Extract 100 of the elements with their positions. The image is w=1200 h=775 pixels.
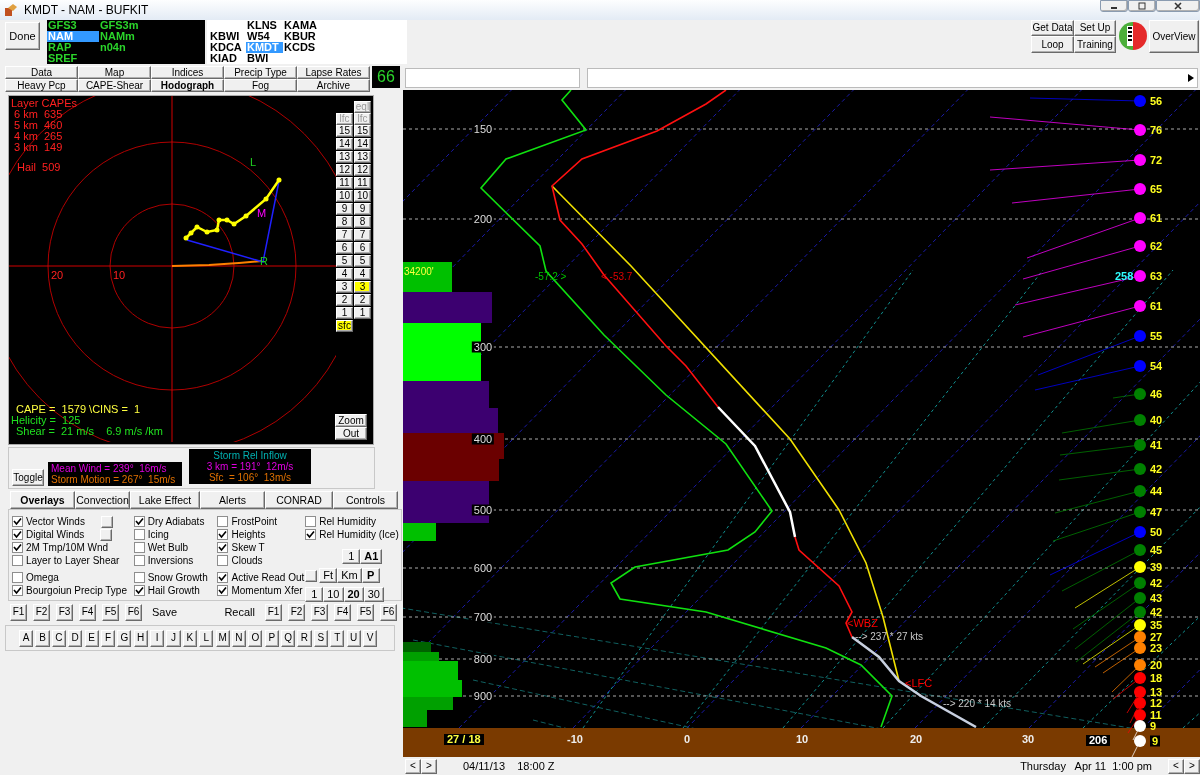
toolbar-button[interactable]: Get Data [1031,20,1074,36]
letter-button[interactable]: I [150,629,165,647]
model-item[interactable]: SREF [47,53,99,64]
model-item[interactable]: n04n [99,42,199,53]
model-item[interactable]: RAP [47,42,99,53]
view-tab[interactable]: Hodograph [151,79,224,92]
height-button[interactable]: 14 [354,138,371,150]
letter-button[interactable]: S [313,629,328,647]
panel-tab[interactable]: Lake Effect [130,491,200,509]
letter-button[interactable]: Q [281,629,296,647]
save-key-button[interactable]: F5 [102,603,119,621]
height-button[interactable]: 10 [354,190,371,202]
height-button[interactable]: 13 [336,151,353,163]
view-tab[interactable]: CAPE-Shear [78,79,151,92]
panel-tab[interactable]: Alerts [200,491,265,509]
overlay-checkbox[interactable]: Rel Humidity (Ice) [305,528,399,541]
height-button[interactable]: 10 [336,190,353,202]
letter-button[interactable]: F [100,629,116,647]
overlay-checkbox[interactable]: Icing [133,528,169,541]
letter-button[interactable]: M [215,629,230,647]
height-button[interactable]: 14 [336,138,353,150]
recall-key-button[interactable]: F1 [265,603,282,621]
letter-button[interactable]: U [346,629,361,647]
height-button[interactable]: 1 [354,307,371,319]
model-item[interactable]: GFS3 [47,20,99,31]
height-button[interactable]: 6 [354,242,371,254]
height-button[interactable]: 13 [354,151,371,163]
letter-button[interactable]: N [231,629,247,647]
overview-button[interactable]: OverView [1149,20,1199,53]
height-button[interactable]: 4 [354,268,371,280]
panel-tab[interactable]: Controls [333,491,398,509]
overlay-checkbox[interactable]: Omega [12,571,59,584]
letter-button[interactable]: K [182,629,197,647]
overlay-checkbox[interactable]: Hail Growth [133,584,200,597]
view-tab[interactable]: Fog [224,79,297,92]
unit-button[interactable]: 10 [323,587,344,602]
height-button[interactable]: 12 [354,164,371,176]
recall-key-button[interactable]: F2 [288,603,305,621]
station-item[interactable]: BWI [246,53,283,64]
save-key-button[interactable]: F4 [79,603,96,621]
height-button[interactable]: 15 [336,125,353,137]
height-button[interactable]: 12 [336,164,353,176]
panel-tab[interactable]: Convection [75,491,130,509]
letter-button[interactable]: D [68,629,83,647]
nav-button[interactable]: > [421,758,437,774]
height-button[interactable]: 7 [336,229,353,241]
toolbar-button[interactable]: Loop [1031,36,1074,53]
height-button[interactable]: 2 [354,294,371,306]
height-button[interactable]: 3 [354,281,371,293]
letter-button[interactable]: L [199,629,214,647]
view-tab[interactable]: Map [78,66,151,79]
square-button[interactable] [100,515,113,528]
recall-key-button[interactable]: F4 [334,603,351,621]
toggle-button[interactable]: Toggle [12,469,44,486]
station-item[interactable]: KDCA [209,42,246,53]
height-button[interactable]: 11 [336,177,353,189]
view-tab[interactable]: Precip Type [224,66,297,79]
unit-button[interactable]: 1 [305,587,324,602]
height-button[interactable]: 8 [336,216,353,228]
overlay-checkbox[interactable]: Clouds [217,554,263,567]
square-button[interactable] [305,570,318,582]
nav-button[interactable]: < [1168,758,1184,774]
view-tab[interactable]: Heavy Pcp [5,79,78,92]
height-button[interactable]: 9 [336,203,353,215]
letter-button[interactable]: C [51,629,66,647]
overlay-checkbox[interactable]: Momentum Xfer [217,584,303,597]
play-icon[interactable] [1188,74,1194,82]
height-button[interactable]: 2 [336,294,353,306]
save-key-button[interactable]: F1 [10,603,27,621]
station-item[interactable]: KLNS [246,20,283,31]
empty-field[interactable] [405,68,580,88]
recall-key-button[interactable]: F6 [380,603,397,621]
overlay-checkbox[interactable]: Bourgoiun Precip Type [12,584,127,597]
height-button[interactable]: 9 [354,203,371,215]
overlay-checkbox[interactable]: Rel Humidity [305,515,376,528]
height-button[interactable]: 4 [336,268,353,280]
overlay-checkbox[interactable]: Vector Winds [12,515,85,528]
save-key-button[interactable]: F3 [56,603,73,621]
zoom-button[interactable]: Zoom [335,414,367,427]
height-button[interactable]: 15 [354,125,371,137]
unit-button[interactable]: Ft [319,568,338,583]
station-item[interactable]: KAMA [283,20,320,31]
overlay-checkbox[interactable]: Skew T [217,541,265,554]
height-button[interactable]: 11 [354,177,371,189]
done-button[interactable]: Done [5,22,40,50]
view-tab[interactable]: Archive [297,79,370,92]
height-button[interactable]: sfc [336,320,353,332]
panel-tab[interactable]: CONRAD [265,491,333,509]
letter-button[interactable]: T [330,629,345,647]
height-button[interactable]: 7 [354,229,371,241]
toolbar-button[interactable]: Training [1074,36,1116,53]
unit-button[interactable]: 1 [342,549,361,564]
letter-button[interactable]: A [19,629,34,647]
zoom-out-button[interactable]: Out [335,427,367,440]
height-button[interactable]: 1 [336,307,353,319]
view-tab[interactable]: Data [5,66,78,79]
letter-button[interactable]: J [166,629,181,647]
square-button[interactable] [100,528,113,541]
letter-button[interactable]: G [117,629,132,647]
overlay-checkbox[interactable]: 2M Tmp/10M Wnd [12,541,109,554]
